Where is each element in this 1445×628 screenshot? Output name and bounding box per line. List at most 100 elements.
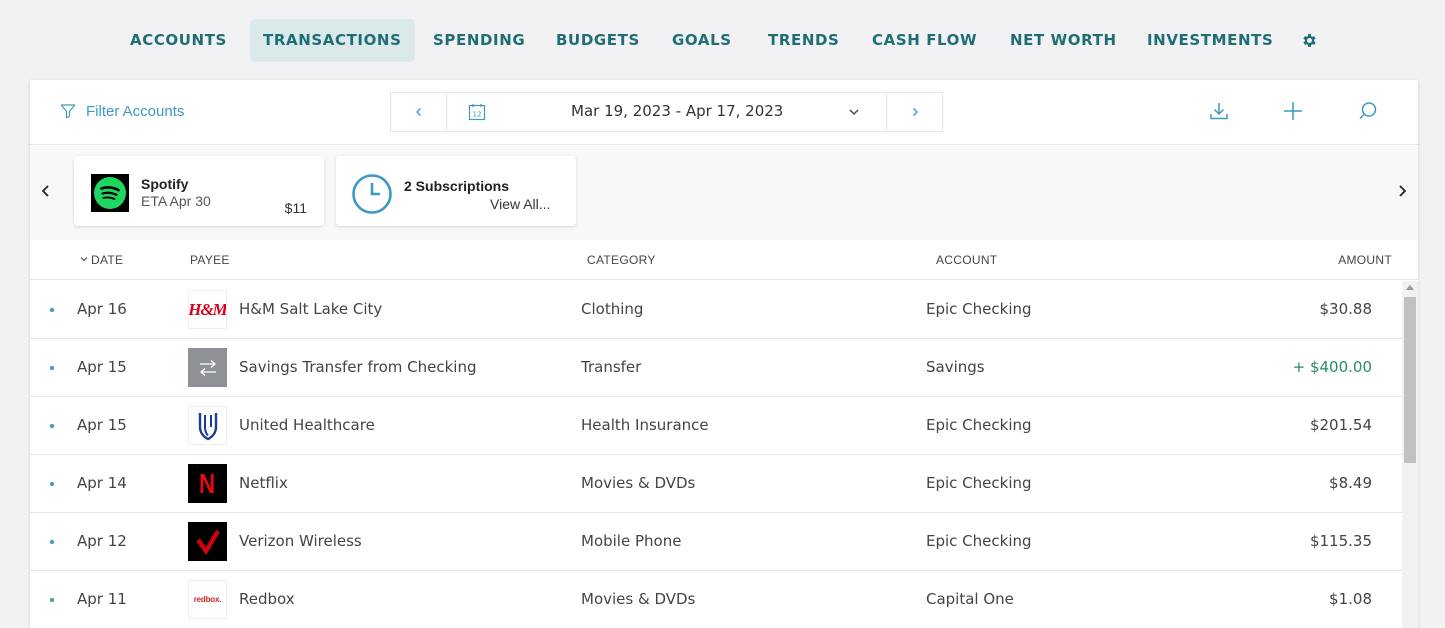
- search-icon[interactable]: [1357, 100, 1379, 122]
- verizon-logo-icon: [188, 522, 227, 561]
- row-payee: Redbox: [239, 590, 295, 608]
- redbox-logo-text: redbox.: [193, 595, 222, 604]
- row-account: Epic Checking: [926, 416, 1032, 434]
- download-icon[interactable]: [1208, 100, 1230, 122]
- account-column-header[interactable]: ACCOUNT: [936, 253, 997, 267]
- row-amount: $1.08: [1329, 590, 1372, 608]
- row-date: Apr 15: [77, 416, 127, 434]
- table-row[interactable]: Apr 11 redbox. Redbox Movies & DVDs Capi…: [30, 571, 1402, 628]
- table-scrollbar[interactable]: [1402, 281, 1418, 628]
- row-date: Apr 11: [77, 590, 127, 608]
- transactions-toolbar: Filter Accounts 12 Mar 19, 2023 - Apr 17…: [30, 80, 1418, 145]
- row-amount: $30.88: [1319, 300, 1373, 318]
- row-category[interactable]: Health Insurance: [581, 416, 709, 434]
- nav-net-worth[interactable]: NET WORTH: [1010, 19, 1117, 62]
- transactions-table-header: DATE PAYEE CATEGORY ACCOUNT AMOUNT: [30, 240, 1418, 280]
- transfer-icon: [188, 348, 227, 387]
- filter-accounts-button[interactable]: Filter Accounts: [59, 101, 184, 121]
- nav-investments[interactable]: INVESTMENTS: [1147, 19, 1273, 62]
- scrollbar-thumb[interactable]: [1404, 297, 1416, 463]
- row-category[interactable]: Clothing: [581, 300, 643, 318]
- table-row[interactable]: Apr 16 H&M H&M Salt Lake City Clothing E…: [30, 281, 1402, 339]
- nav-spending[interactable]: SPENDING: [433, 19, 525, 62]
- row-category[interactable]: Mobile Phone: [581, 532, 681, 550]
- row-status-dot: [50, 424, 54, 428]
- row-account: Savings: [926, 358, 985, 376]
- chevron-left-icon[interactable]: [39, 183, 53, 199]
- row-date: Apr 15: [77, 358, 127, 376]
- amount-column-header[interactable]: AMOUNT: [1338, 253, 1392, 267]
- row-date: Apr 14: [77, 474, 127, 492]
- gear-icon[interactable]: [1301, 32, 1318, 49]
- row-date: Apr 16: [77, 300, 127, 318]
- next-period-button[interactable]: [886, 93, 942, 131]
- subscription-eta: ETA Apr 30: [141, 193, 211, 209]
- calendar-icon[interactable]: 12: [468, 103, 486, 121]
- scroll-up-arrow-icon[interactable]: [1406, 285, 1414, 290]
- payee-column-header[interactable]: PAYEE: [190, 253, 230, 267]
- nav-accounts[interactable]: ACCOUNTS: [130, 19, 227, 62]
- filter-accounts-label: Filter Accounts: [86, 102, 185, 120]
- filter-icon: [60, 104, 76, 119]
- row-status-dot: [50, 366, 54, 370]
- row-account: Epic Checking: [926, 474, 1032, 492]
- nav-cash-flow[interactable]: CASH FLOW: [872, 19, 977, 62]
- subscriptions-summary-card[interactable]: 2 Subscriptions View All...: [336, 156, 576, 226]
- nav-budgets[interactable]: BUDGETS: [556, 19, 640, 62]
- sort-down-icon: [80, 257, 88, 262]
- redbox-logo-icon: redbox.: [188, 580, 227, 619]
- row-category[interactable]: Movies & DVDs: [581, 474, 695, 492]
- nav-transactions[interactable]: TRANSACTIONS: [250, 19, 415, 62]
- row-status-dot: [50, 598, 54, 602]
- row-account: Capital One: [926, 590, 1014, 608]
- table-row[interactable]: Apr 15 United Healthcare Health Insuranc…: [30, 397, 1402, 455]
- category-column-header[interactable]: CATEGORY: [587, 253, 656, 267]
- row-payee: Savings Transfer from Checking: [239, 358, 477, 376]
- row-category[interactable]: Transfer: [581, 358, 641, 376]
- previous-period-button[interactable]: [391, 93, 447, 131]
- row-category[interactable]: Movies & DVDs: [581, 590, 695, 608]
- hm-logo-text: H&M: [188, 299, 227, 319]
- clock-icon: [352, 174, 392, 214]
- date-range-text[interactable]: Mar 19, 2023 - Apr 17, 2023: [571, 102, 783, 120]
- row-payee: H&M Salt Lake City: [239, 300, 383, 318]
- row-payee: Netflix: [239, 474, 288, 492]
- united-healthcare-logo-icon: [188, 406, 227, 445]
- top-navigation: ACCOUNTS TRANSACTIONS SPENDING BUDGETS G…: [0, 19, 1445, 62]
- row-account: Epic Checking: [926, 300, 1032, 318]
- plus-icon[interactable]: [1282, 100, 1304, 122]
- table-row[interactable]: Apr 12 Verizon Wireless Mobile Phone Epi…: [30, 513, 1402, 571]
- date-column-header[interactable]: DATE: [80, 253, 123, 267]
- chevron-right-icon: [912, 108, 918, 116]
- calendar-icon-day: 12: [473, 111, 482, 119]
- table-row[interactable]: Apr 14 N Netflix Movies & DVDs Epic Chec…: [30, 455, 1402, 513]
- table-row[interactable]: Apr 15 Savings Transfer from Checking Tr…: [30, 339, 1402, 397]
- chevron-left-icon: [415, 108, 421, 116]
- row-payee: Verizon Wireless: [239, 532, 362, 550]
- subscription-amount: $11: [284, 200, 307, 216]
- chevron-down-icon[interactable]: [847, 105, 861, 119]
- row-status-dot: [50, 482, 54, 486]
- netflix-logo-icon: N: [188, 464, 227, 503]
- transactions-panel: Filter Accounts 12 Mar 19, 2023 - Apr 17…: [30, 80, 1418, 628]
- row-amount: $115.35: [1309, 532, 1372, 550]
- subscription-name: Spotify: [141, 176, 189, 192]
- row-status-dot: [50, 308, 54, 312]
- chevron-right-icon[interactable]: [1395, 183, 1409, 199]
- date-range-picker: 12 Mar 19, 2023 - Apr 17, 2023: [390, 92, 943, 132]
- view-all-link[interactable]: View All...: [490, 196, 550, 212]
- row-amount: $8.49: [1329, 474, 1372, 492]
- spotify-logo-icon: [91, 174, 129, 212]
- hm-logo-icon: H&M: [188, 290, 227, 329]
- netflix-logo-text: N: [199, 467, 216, 499]
- row-date: Apr 12: [77, 532, 127, 550]
- row-status-dot: [50, 540, 54, 544]
- subscriptions-carousel: Spotify ETA Apr 30 $11 2 Subscriptions V…: [30, 146, 1418, 240]
- row-payee: United Healthcare: [239, 416, 375, 434]
- row-amount: + $400.00: [1292, 358, 1372, 376]
- subscription-card-spotify[interactable]: Spotify ETA Apr 30 $11: [74, 156, 324, 226]
- subscriptions-count: 2 Subscriptions: [404, 178, 510, 194]
- nav-trends[interactable]: TRENDS: [768, 19, 839, 62]
- nav-goals[interactable]: GOALS: [672, 19, 732, 62]
- row-account: Epic Checking: [926, 532, 1032, 550]
